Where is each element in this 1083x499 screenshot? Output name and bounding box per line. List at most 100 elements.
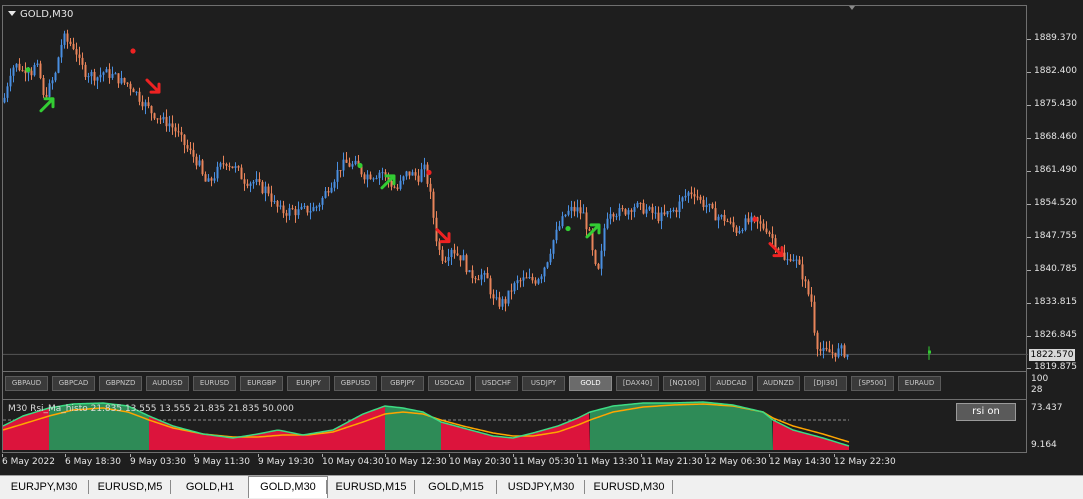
candle-body — [183, 134, 186, 146]
candle-body — [642, 203, 645, 214]
candle-body — [786, 259, 789, 261]
chart-tab-eurjpy-m30[interactable]: EURJPY,M30 — [0, 478, 88, 496]
price-tick — [1027, 336, 1031, 337]
chart-tab-gold-m30[interactable]: GOLD,M30 — [248, 476, 328, 498]
candle-body — [291, 208, 294, 210]
chart-tab-eurusd-m30[interactable]: EURUSD,M30 — [586, 478, 672, 496]
candle-body — [339, 169, 342, 171]
symbol-button-eurusd[interactable]: EURUSD — [193, 376, 236, 391]
chart-tab-gold-h1[interactable]: GOLD,H1 — [172, 478, 248, 496]
symbol-button-usdchf[interactable]: USDCHF — [475, 376, 518, 391]
candle-body — [156, 118, 159, 120]
candle-body — [213, 178, 216, 181]
candle-body — [405, 171, 408, 177]
candle-body — [735, 227, 738, 233]
sell-dot — [426, 169, 432, 176]
symbol-button-usdjpy[interactable]: USDJPY — [522, 376, 565, 391]
symbol-button-gbpcad[interactable]: GBPCAD — [52, 376, 95, 391]
candle-body — [549, 253, 552, 263]
price-tick-label: 1847.755 — [1034, 231, 1077, 241]
candle-body — [117, 73, 120, 84]
dropdown-triangle-icon[interactable] — [8, 11, 16, 16]
candle-body — [714, 208, 717, 221]
candle-body — [783, 252, 786, 260]
candle-body — [198, 160, 201, 166]
candle-body — [411, 172, 414, 176]
candle-body — [33, 65, 36, 76]
symbol-button-dax40[interactable]: [DAX40] — [616, 376, 659, 391]
candle-body — [600, 250, 603, 269]
symbol-button-eurgbp[interactable]: EURGBP — [240, 376, 283, 391]
candle-body — [546, 262, 549, 268]
symbol-button-gbpaud[interactable]: GBPAUD — [5, 376, 48, 391]
symbol-button-euraud[interactable]: EURAUD — [898, 376, 941, 391]
candle-body — [381, 172, 384, 174]
symbol-button-sp500[interactable]: [SP500] — [851, 376, 894, 391]
symbol-button-usdcad[interactable]: USDCAD — [428, 376, 471, 391]
chart-tab-eurusd-m15[interactable]: EURUSD,M15 — [328, 478, 414, 496]
candle-body — [222, 163, 225, 165]
candle-body — [414, 172, 417, 176]
candle-body — [159, 118, 162, 120]
time-tick-label: 10 May 12:30 — [385, 457, 447, 467]
sell-dot — [752, 216, 758, 222]
candle-body — [555, 229, 558, 241]
candle-body — [201, 160, 204, 175]
candle-body — [483, 273, 486, 275]
symbol-button-dji30[interactable]: [DJI30] — [804, 376, 847, 391]
candle-body — [465, 255, 468, 273]
price-tick — [1027, 204, 1031, 205]
price-tick-label: 1868.460 — [1034, 132, 1077, 142]
time-tick — [322, 454, 323, 457]
candle-body — [561, 216, 564, 227]
candle-body — [3, 97, 6, 103]
symbol-button-audnzd[interactable]: AUDNZD — [757, 376, 800, 391]
symbol-button-gold[interactable]: GOLD — [569, 376, 612, 391]
rsi-on-button[interactable]: rsi on — [956, 403, 1016, 421]
candle-body — [42, 77, 45, 95]
symbol-button-eurjpy[interactable]: EURJPY — [287, 376, 330, 391]
symbol-button-gbpnzd[interactable]: GBPNZD — [99, 376, 142, 391]
rsi-indicator-pane[interactable]: M30 Rsi_Ma_histo 21.835 13.555 13.555 21… — [2, 399, 1027, 453]
candle-body — [534, 280, 537, 284]
chart-tab-eurusd-m5[interactable]: EURUSD,M5 — [90, 478, 170, 496]
candle-body — [324, 191, 327, 198]
candle-body — [609, 214, 612, 219]
candle-body — [126, 82, 129, 84]
candle-body — [663, 212, 666, 215]
price-tick — [1027, 270, 1031, 271]
candle-body — [705, 205, 708, 208]
chart-tab-usdjpy-m30[interactable]: USDJPY,M30 — [498, 478, 584, 496]
time-tick-label: 10 May 04:30 — [322, 457, 384, 467]
price-tick — [1027, 368, 1031, 369]
candle-body — [231, 166, 234, 169]
candle-body — [453, 249, 456, 254]
candle-body — [675, 209, 678, 213]
tab-separator — [496, 480, 497, 494]
chart-tab-gold-m15[interactable]: GOLD,M15 — [416, 478, 496, 496]
candle-body — [522, 277, 525, 281]
current-price-label: 1822.570 — [1029, 349, 1075, 361]
candle-body — [273, 201, 276, 203]
symbol-button-audcad[interactable]: AUDCAD — [710, 376, 753, 391]
candle-body — [486, 273, 489, 279]
candle-body — [693, 194, 696, 197]
buy-dot — [565, 225, 571, 232]
candle-body — [447, 257, 450, 261]
time-tick-label: 12 May 06:30 — [705, 457, 767, 467]
symbol-button-gbpusd[interactable]: GBPUSD — [334, 376, 377, 391]
candlestick-chart[interactable] — [3, 6, 1028, 373]
candle-body — [651, 207, 654, 213]
symbol-button-audusd[interactable]: AUDUSD — [146, 376, 189, 391]
candle-body — [828, 349, 831, 353]
candle-body — [150, 106, 153, 114]
symbol-button-nq100[interactable]: [NQ100] — [663, 376, 706, 391]
candle-body — [771, 234, 774, 239]
candle-body — [285, 213, 288, 216]
candle-body — [678, 201, 681, 213]
candle-body — [108, 69, 111, 78]
symbol-button-gbpjpy[interactable]: GBPJPY — [381, 376, 424, 391]
chart-tab-bar: EURJPY,M30 EURUSD,M5 GOLD,H1 GOLD,M30 EURUSD… — [0, 475, 1083, 499]
time-axis: 6 May 2022 6 May 18:30 9 May 03:30 9 May 11… — [0, 454, 1030, 472]
price-chart-pane[interactable]: GOLD,M30 — [2, 5, 1028, 373]
